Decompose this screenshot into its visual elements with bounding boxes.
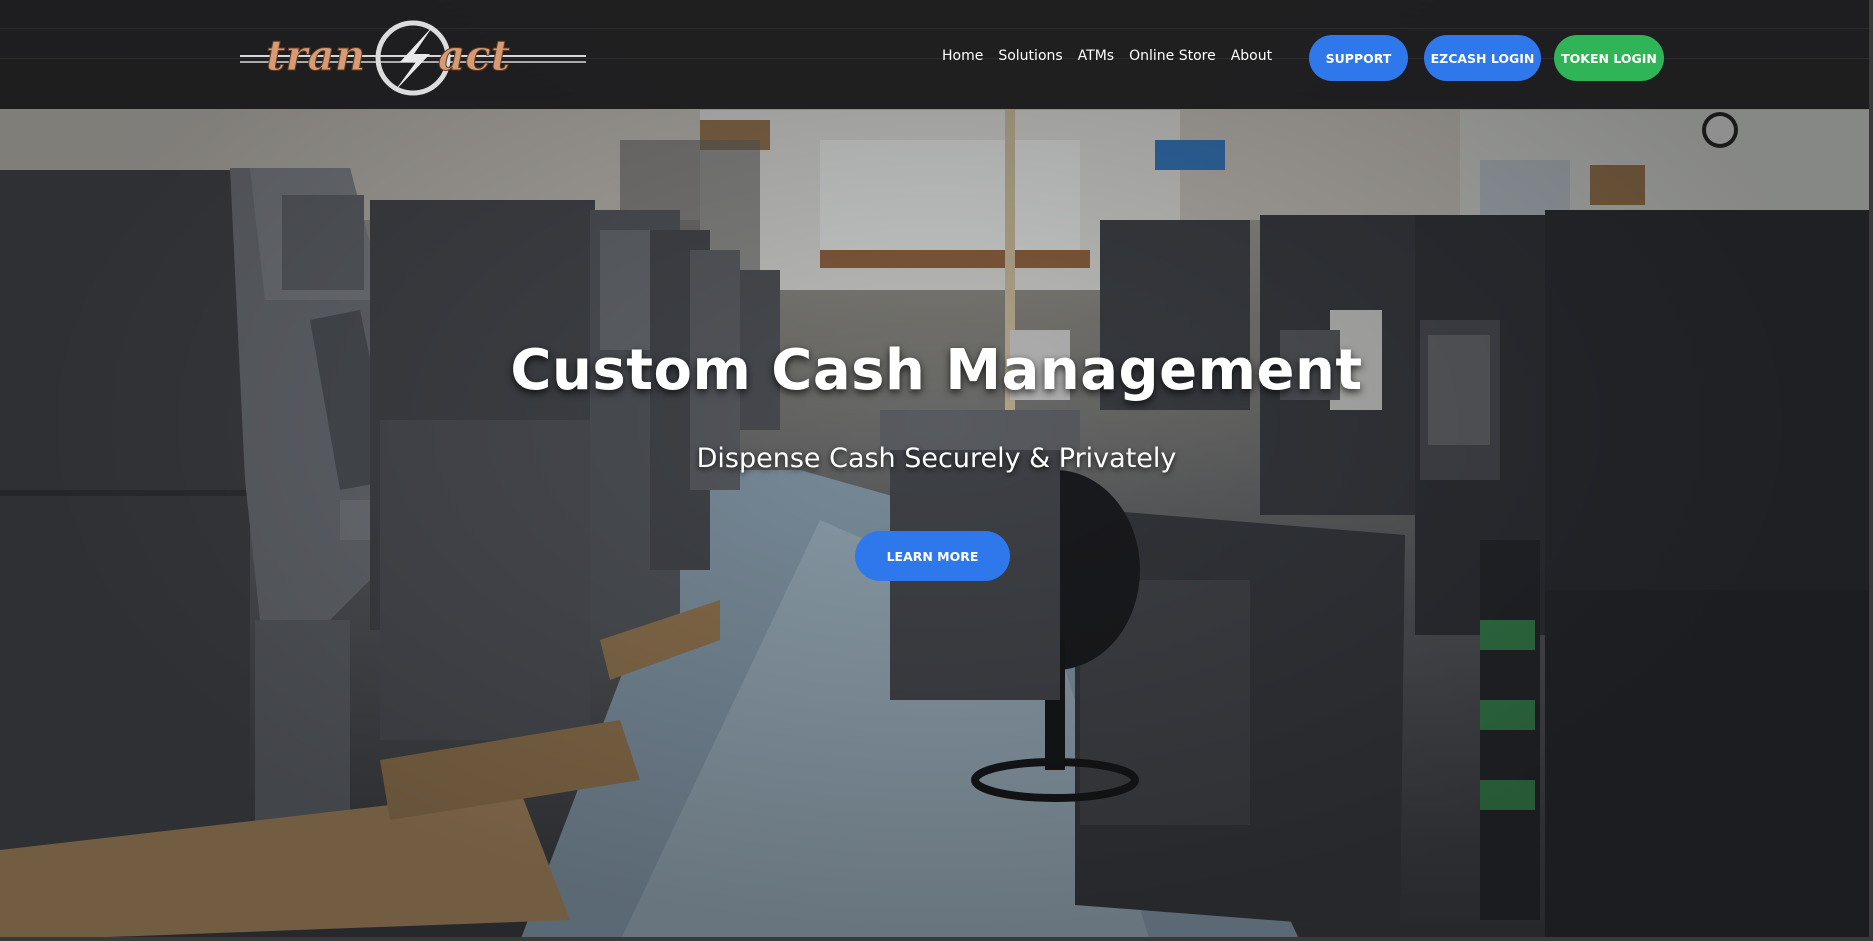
token-login-button[interactable]: TOKEN LOGIN [1554, 35, 1664, 81]
svg-text:act: act [438, 31, 510, 80]
main-nav: Home Solutions ATMs Online Store About [942, 48, 1272, 64]
nav-atms[interactable]: ATMs [1078, 48, 1114, 64]
support-button[interactable]: SUPPORT [1309, 35, 1408, 81]
hero-headline: Custom Cash Management [510, 338, 1363, 403]
nav-home[interactable]: Home [942, 48, 983, 64]
tranzact-logo[interactable]: tran act [238, 18, 588, 98]
nav-solutions[interactable]: Solutions [998, 48, 1062, 64]
svg-text:tran: tran [266, 31, 365, 80]
nav-about[interactable]: About [1231, 48, 1272, 64]
learn-more-button[interactable]: LEARN MORE [855, 531, 1010, 581]
hero-subheadline: Dispense Cash Securely & Privately [696, 443, 1177, 474]
scrollbar-edge [1869, 0, 1873, 941]
nav-online-store[interactable]: Online Store [1129, 48, 1216, 64]
ezcash-login-button[interactable]: EZCASH LOGIN [1424, 35, 1541, 81]
page-edge [0, 937, 1873, 941]
site-header: tran act Home Solutions ATMs Online Stor… [0, 0, 1873, 109]
